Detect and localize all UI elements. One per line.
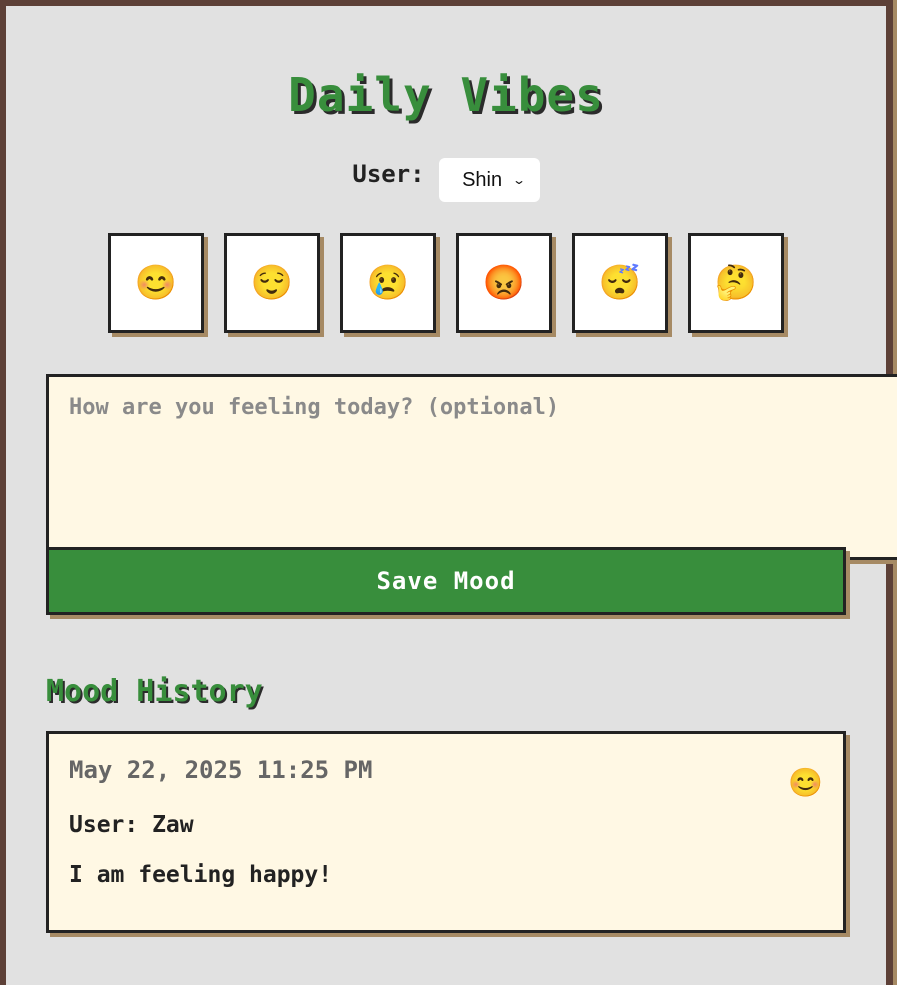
user-select-value: Shin (462, 168, 503, 191)
smiling-face-icon: 😊 (134, 263, 178, 303)
mood-button-thinking[interactable]: 🤔 (688, 233, 784, 333)
history-entry: May 22, 2025 11:25 PM 😊 User: Zaw I am f… (46, 731, 846, 933)
user-picker: User: Shin ⌄ (6, 158, 886, 202)
entry-user: User: Zaw (69, 812, 194, 838)
mood-button-angry[interactable]: 😡 (456, 233, 552, 333)
smiling-face-icon: 😊 (788, 766, 823, 799)
mood-button-relieved[interactable]: 😌 (224, 233, 320, 333)
entry-date: May 22, 2025 11:25 PM (69, 756, 373, 784)
mood-button-happy[interactable]: 😊 (108, 233, 204, 333)
mood-button-sad[interactable]: 😢 (340, 233, 436, 333)
mood-button-sleepy[interactable]: 😴 (572, 233, 668, 333)
angry-face-icon: 😡 (482, 263, 526, 303)
user-label: User: (352, 160, 425, 188)
app-container: Daily Vibes User: Shin ⌄ 😊 😌 😢 😡 😴 🤔 How… (6, 6, 897, 985)
save-mood-label: Save Mood (376, 567, 516, 595)
save-mood-button[interactable]: Save Mood (46, 547, 846, 615)
page-title: Daily Vibes (288, 68, 604, 122)
sleeping-face-icon: 😴 (598, 263, 642, 303)
crying-face-icon: 😢 (366, 263, 410, 303)
mood-note-textarea[interactable]: How are you feeling today? (optional) (46, 374, 897, 560)
thinking-face-icon: 🤔 (714, 263, 758, 303)
entry-note: I am feeling happy! (69, 862, 333, 888)
mood-options: 😊 😌 😢 😡 😴 🤔 (108, 233, 784, 333)
mood-note-placeholder: How are you feeling today? (optional) (69, 395, 560, 420)
history-title: Mood History (46, 674, 263, 709)
relieved-face-icon: 😌 (250, 263, 294, 303)
user-select[interactable]: Shin ⌄ (438, 158, 540, 202)
chevron-down-icon: ⌄ (512, 173, 527, 187)
